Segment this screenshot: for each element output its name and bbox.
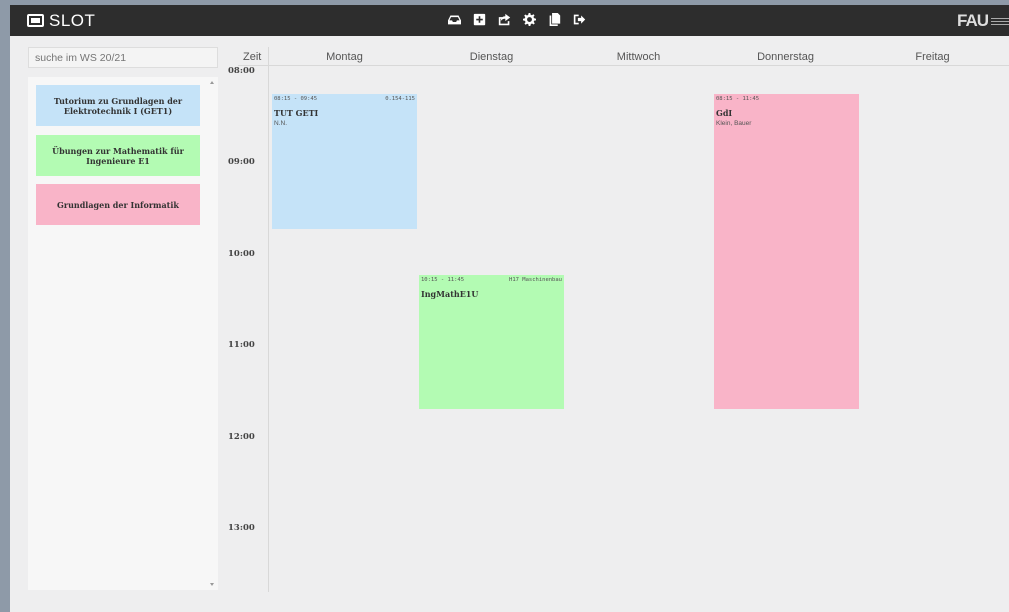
plus-square-icon (473, 13, 486, 26)
hour-label: 12:00 (228, 432, 255, 442)
app-window: SLOT FAU suche im WS 20/21 Tutorium zu G… (10, 5, 1009, 612)
day-header-monday: Montag (326, 51, 363, 63)
header-divider (238, 65, 1009, 66)
time-column-header: Zeit (243, 51, 262, 63)
course-item[interactable]: Übungen zur Mathematik für Ingenieure E1 (36, 135, 200, 176)
event-room: 0.154-115 (385, 96, 415, 102)
app-title: SLOT (49, 10, 96, 30)
course-title: Übungen zur Mathematik für Ingenieure E1 (52, 145, 184, 166)
event-title: IngMathE1U (421, 289, 479, 299)
inbox-button[interactable] (447, 11, 462, 28)
day-header-tuesday: Dienstag (469, 51, 514, 63)
course-title: Tutorium zu Grundlagen der Elektrotechni… (53, 95, 183, 116)
course-item[interactable]: Grundlagen der Informatik (36, 184, 200, 225)
event-block-ingmathe1u[interactable]: 10:15 - 11:45 H17 Maschinenbau IngMathE1… (419, 275, 564, 409)
event-time: 10:15 - 11:45 (421, 277, 465, 283)
window-icon (27, 14, 44, 27)
app-brand[interactable]: SLOT (27, 5, 95, 36)
scroll-down-arrow[interactable] (210, 583, 214, 586)
event-title: TUT GETI (274, 108, 319, 118)
top-bar: SLOT FAU (10, 5, 1009, 36)
course-item[interactable]: Tutorium zu Grundlagen der Elektrotechni… (36, 85, 200, 126)
event-block-tut-geti[interactable]: 08:15 - 09:45 0.154-115 TUT GETI N.N. (272, 94, 417, 229)
time-axis-divider (268, 47, 269, 592)
day-header-wednesday: Mittwoch (616, 51, 661, 63)
copy-icon (549, 13, 561, 26)
hour-label: 11:00 (228, 340, 255, 350)
event-lecturer: N.N. (274, 120, 287, 127)
logo-subtitle-mark (991, 17, 1009, 25)
copy-button[interactable] (547, 11, 562, 28)
share-button[interactable] (497, 11, 512, 28)
hour-label: 10:00 (228, 249, 255, 259)
day-header-thursday: Donnerstag (757, 51, 814, 63)
event-title: GdI (716, 108, 733, 118)
course-title: Grundlagen der Informatik (57, 199, 179, 210)
inbox-icon (448, 15, 461, 25)
event-block-gdi[interactable]: 08:15 - 11:45 GdI Klein, Bauer (714, 94, 859, 409)
event-lecturer: Klein, Bauer (716, 120, 752, 127)
logout-icon (573, 14, 586, 25)
event-time: 08:15 - 11:45 (716, 96, 760, 102)
event-time: 08:15 - 09:45 (274, 96, 318, 102)
hour-label: 09:00 (228, 157, 255, 167)
settings-button[interactable] (522, 11, 537, 28)
fau-logo: FAU (957, 11, 1009, 31)
share-icon (498, 13, 511, 26)
search-input[interactable] (28, 47, 218, 68)
logout-button[interactable] (572, 11, 587, 28)
gear-icon (523, 13, 536, 26)
add-button[interactable] (472, 11, 487, 28)
toolbar (447, 11, 587, 28)
scroll-up-arrow[interactable] (210, 81, 214, 84)
logo-text: FAU (957, 11, 989, 30)
hour-label: 13:00 (228, 523, 255, 533)
hour-label: 08:00 (228, 66, 255, 76)
course-list[interactable]: Tutorium zu Grundlagen der Elektrotechni… (28, 77, 218, 590)
day-header-friday: Freitag (915, 51, 950, 63)
event-room: H17 Maschinenbau (509, 277, 562, 283)
